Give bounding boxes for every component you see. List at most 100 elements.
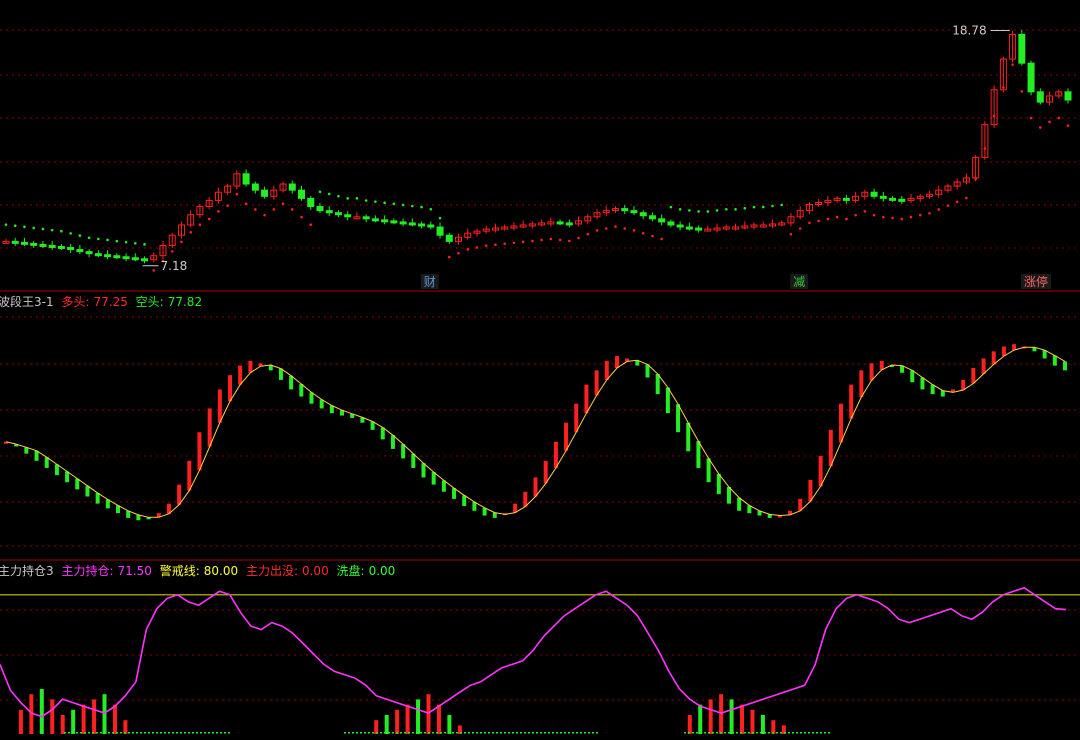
candle-body bbox=[113, 255, 121, 259]
oscillator-bar bbox=[716, 473, 721, 495]
sar-dot bbox=[521, 240, 525, 244]
wash-dot bbox=[760, 732, 762, 734]
capital-bar bbox=[426, 694, 431, 734]
sar-dot bbox=[484, 244, 488, 247]
sar-dot bbox=[531, 239, 534, 243]
sar-dot bbox=[540, 238, 543, 242]
oscillator-bar bbox=[421, 463, 426, 478]
sar-dot bbox=[466, 248, 470, 251]
sar-dot bbox=[189, 231, 192, 234]
oscillator-bar bbox=[75, 478, 80, 490]
wash-dot bbox=[448, 732, 450, 734]
oscillator-bar bbox=[991, 351, 996, 365]
sar-dot bbox=[69, 232, 72, 235]
wash-dot bbox=[816, 732, 818, 734]
candle-body bbox=[39, 243, 47, 247]
candle-body bbox=[565, 222, 573, 226]
capital-bar bbox=[384, 715, 389, 734]
panel2-title: 波段王3-1 bbox=[0, 295, 54, 309]
candle-body bbox=[122, 256, 130, 260]
wash-dot bbox=[556, 732, 558, 734]
sar-dot bbox=[669, 205, 673, 209]
candle-body bbox=[131, 257, 139, 261]
sar-dot bbox=[568, 239, 571, 243]
candle-body bbox=[251, 183, 259, 191]
wash-dot bbox=[68, 732, 70, 734]
wash-dot bbox=[796, 732, 798, 734]
oscillator-bar bbox=[85, 485, 90, 497]
capital-bar bbox=[687, 715, 692, 734]
wash-dot bbox=[120, 732, 122, 734]
oscillator-bar bbox=[543, 460, 548, 484]
kong-label: 空头: bbox=[135, 295, 164, 309]
sar-dot bbox=[678, 207, 682, 211]
candle-body bbox=[381, 219, 389, 223]
sar-dot bbox=[115, 239, 119, 243]
wash-dot bbox=[748, 732, 750, 734]
capital-bar bbox=[447, 715, 452, 734]
candle-body bbox=[307, 197, 315, 208]
wash-dot bbox=[800, 732, 802, 734]
oscillator-bar bbox=[849, 384, 854, 419]
wash-dot bbox=[728, 732, 730, 734]
wash-dot bbox=[824, 732, 826, 734]
oscillator-bar bbox=[706, 458, 711, 483]
capital-bar bbox=[60, 715, 65, 734]
candle-body bbox=[1027, 62, 1035, 93]
sar-dot bbox=[734, 207, 737, 211]
sar-dot bbox=[577, 236, 580, 240]
oscillator-bar bbox=[879, 360, 884, 370]
oscillator-bar bbox=[1001, 346, 1006, 357]
wash-dot bbox=[776, 732, 778, 734]
oscillator-bar bbox=[564, 422, 569, 451]
hold-value: 71.50 bbox=[117, 564, 152, 578]
wash-dot bbox=[788, 732, 790, 734]
wash-dot bbox=[432, 732, 434, 734]
wash-dot bbox=[596, 732, 598, 734]
capital-bar bbox=[708, 699, 713, 734]
wash-dot bbox=[364, 732, 366, 734]
wash-dot bbox=[812, 732, 814, 734]
sar-dot bbox=[715, 209, 719, 212]
candle-body bbox=[344, 214, 352, 218]
holding-line bbox=[0, 586, 1067, 718]
sar-dot bbox=[429, 207, 433, 211]
high-marker-label: 18.78 bbox=[952, 23, 986, 37]
candle-body bbox=[362, 216, 370, 220]
oscillator-bar bbox=[808, 479, 813, 502]
wash-dot bbox=[724, 732, 726, 734]
oscillator-bar bbox=[441, 480, 446, 492]
wash-dot bbox=[412, 732, 414, 734]
oscillator-bar bbox=[492, 512, 497, 518]
sar-dot bbox=[106, 238, 109, 242]
capital-bar bbox=[719, 694, 724, 734]
capital-bar bbox=[18, 709, 23, 734]
wash-dot bbox=[476, 732, 478, 734]
event-label: 涨停 bbox=[1024, 274, 1048, 289]
wash-dot bbox=[580, 732, 582, 734]
wash-dot bbox=[200, 732, 202, 734]
candle-body bbox=[20, 241, 28, 245]
capital-bar bbox=[39, 689, 44, 734]
kong-value: 77.82 bbox=[167, 295, 203, 309]
sar-dot bbox=[1011, 63, 1014, 66]
oscillator-bar bbox=[584, 384, 589, 414]
panel3-legend: 主力持仓3 主力持仓: 71.50 警戒线: 80.00 主力出没: 0.00 洗盘:… bbox=[0, 562, 399, 579]
sar-dot bbox=[78, 234, 82, 237]
sar-dot bbox=[1038, 126, 1042, 129]
wash-dot bbox=[516, 732, 518, 734]
wash-dot bbox=[96, 732, 98, 734]
oscillator-bar bbox=[676, 404, 681, 433]
wash-dot bbox=[436, 732, 438, 734]
capital-bar bbox=[760, 715, 765, 734]
wash-dot bbox=[536, 732, 538, 734]
sar-dot bbox=[401, 203, 405, 207]
wash-dot bbox=[544, 732, 546, 734]
candle-body bbox=[427, 224, 435, 228]
sar-dot bbox=[152, 269, 156, 272]
sar-dot bbox=[909, 215, 913, 219]
wash-dot bbox=[64, 732, 66, 734]
candle-body bbox=[621, 208, 629, 212]
candle-body bbox=[556, 221, 564, 225]
wash-dot bbox=[104, 732, 106, 734]
